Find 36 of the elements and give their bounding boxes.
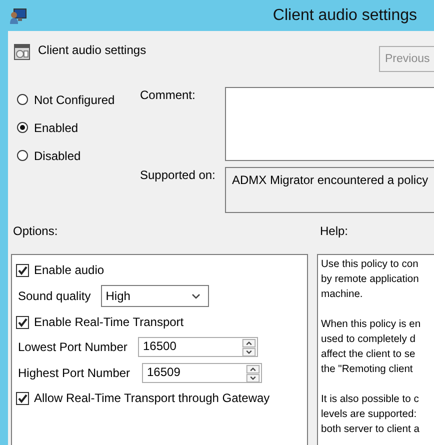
radio-button[interactable] [17,150,28,161]
spin-up-icon[interactable] [246,365,260,374]
comment-label: Comment: [139,88,196,104]
radio-label[interactable]: Enabled [34,120,78,134]
radio-label[interactable]: Disabled [34,148,81,162]
supported-on-label: Supported on: [139,168,216,184]
spin-down-icon[interactable] [246,374,260,382]
checkbox[interactable] [16,264,29,276]
port-number-spinner[interactable]: 16509 [142,363,262,383]
radio-button[interactable] [17,94,28,105]
radio-button[interactable] [17,122,28,133]
port-number-label: Highest Port Number [17,366,130,380]
spin-up-icon[interactable] [242,339,256,348]
supported-on-field: ADMX Migrator encountered a policy [225,167,434,213]
port-number-spinner[interactable]: 16500 [138,337,258,357]
radio-label[interactable]: Not Configured [34,92,115,106]
policy-settings-icon [14,44,30,60]
computer-user-icon [9,6,27,24]
sound-quality-dropdown[interactable]: High [100,285,209,307]
help-paragraph: When this policy is en used to completely d affect the client to se the "Remoting client [321,318,422,377]
checkbox[interactable] [16,316,29,328]
options-label: Options: [13,224,59,238]
help-label: Help: [320,224,348,238]
checkbox-label[interactable]: Allow Real-Time Transport through Gateway [34,391,270,405]
help-paragraph: It is also possible to c levels are supported: both server to client a [321,393,420,437]
comment-field[interactable] [225,87,434,161]
sound-quality-label: Sound quality [17,289,91,303]
policy-title: Client audio settings [38,43,146,57]
checkbox-label[interactable]: Enable audio [34,263,104,277]
window-title: Client audio settings [272,6,417,24]
port-number-label: Lowest Port Number [17,340,128,354]
spin-down-icon[interactable] [242,348,256,356]
chevron-down-icon [192,294,200,298]
checkbox[interactable] [16,392,29,404]
checkbox-label[interactable]: Enable Real-Time Transport [34,315,184,329]
help-paragraph: Use this policy to con by remote application machine. [321,258,420,302]
